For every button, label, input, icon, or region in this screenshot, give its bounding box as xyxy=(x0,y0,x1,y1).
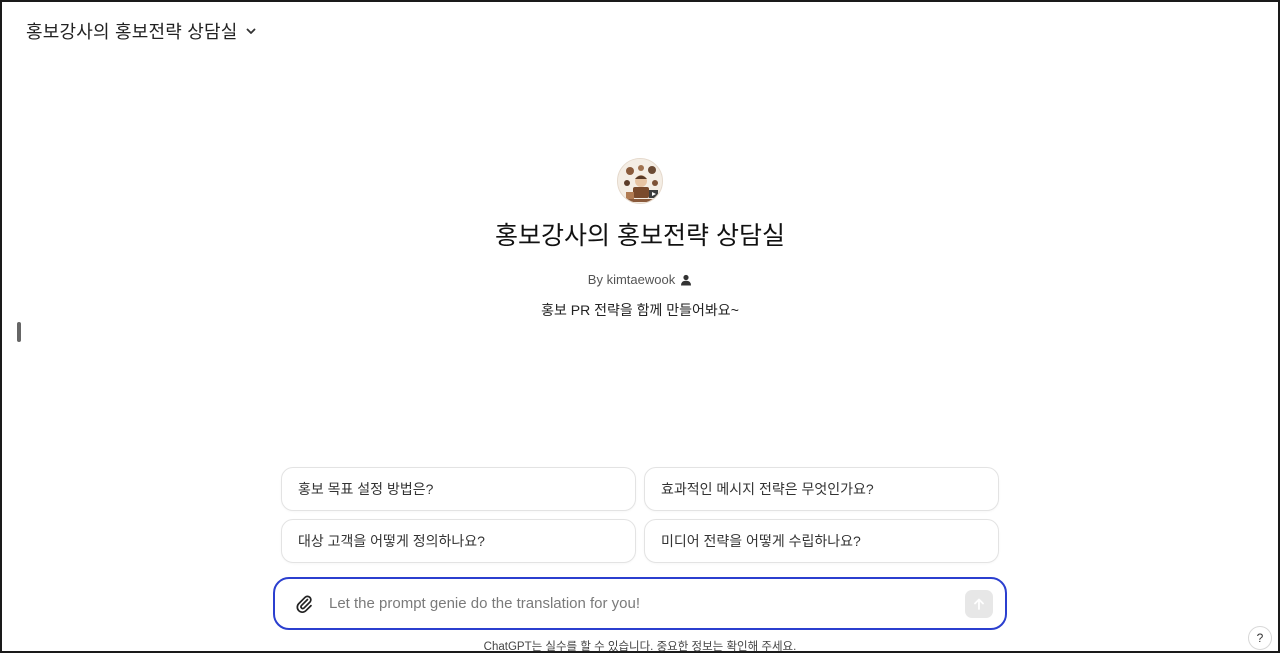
model-title: 홍보강사의 홍보전략 상담실 xyxy=(26,22,238,42)
prompt-input[interactable] xyxy=(329,595,965,612)
app-window: 홍보강사의 홍보전략 상담실 홍보강사의 홍보전략 상담실 By kimtaew… xyxy=(0,0,1280,653)
arrow-up-icon xyxy=(974,598,984,610)
gizmo-title: 홍보강사의 홍보전략 상담실 xyxy=(495,222,785,250)
help-button[interactable]: ? xyxy=(1248,626,1272,650)
gizmo-intro: 홍보강사의 홍보전략 상담실 By kimtaewook 홍보 PR 전략을 함… xyxy=(2,158,1278,320)
paperclip-icon[interactable] xyxy=(293,593,315,615)
disclaimer-text: ChatGPT는 실수를 할 수 있습니다. 중요한 정보는 확인해 주세요. xyxy=(483,641,797,653)
user-icon xyxy=(680,274,692,286)
conversation-starters: 홍보 목표 설정 방법은? 효과적인 메시지 전략은 무엇인가요? 대상 고객을… xyxy=(281,467,999,563)
sidebar-toggle-handle[interactable] xyxy=(17,322,21,342)
gizmo-avatar xyxy=(617,158,663,204)
starter-button[interactable]: 홍보 목표 설정 방법은? xyxy=(281,467,636,511)
message-composer xyxy=(273,577,1007,630)
model-selector[interactable]: 홍보강사의 홍보전략 상담실 xyxy=(22,16,262,46)
gizmo-author[interactable]: By kimtaewook xyxy=(588,272,692,287)
chevron-down-icon xyxy=(244,24,258,38)
send-button[interactable] xyxy=(965,589,993,618)
author-label: By kimtaewook xyxy=(587,272,676,287)
starter-button[interactable]: 미디어 전략을 어떻게 수립하나요? xyxy=(644,519,999,563)
gizmo-description: 홍보 PR 전략을 함께 만들어봐요~ xyxy=(541,302,739,318)
starter-button[interactable]: 효과적인 메시지 전략은 무엇인가요? xyxy=(644,467,999,511)
starter-button[interactable]: 대상 고객을 어떻게 정의하나요? xyxy=(281,519,636,563)
